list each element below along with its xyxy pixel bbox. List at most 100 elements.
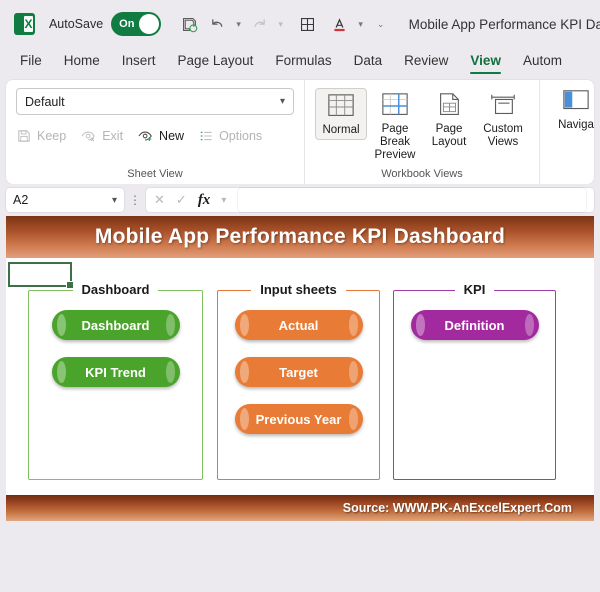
formula-bar: A2 ▾ ⋮ ✕ ✓ fx ▾ xyxy=(0,184,600,216)
exit-button-label: Exit xyxy=(102,129,124,143)
button-target-label: Target xyxy=(279,364,318,380)
window-bottom-strip xyxy=(0,570,600,592)
custom-views-label: Custom Views xyxy=(483,123,523,149)
button-previous-year-label: Previous Year xyxy=(255,411,342,427)
font-color-icon[interactable] xyxy=(327,11,353,37)
navigation-label: Naviga xyxy=(558,119,594,131)
options-button: Options xyxy=(198,128,262,144)
eye-exit-icon xyxy=(81,131,96,142)
page-break-preview-button[interactable]: Page Break Preview xyxy=(369,88,421,165)
dashboard-banner: Mobile App Performance KPI Dashboard xyxy=(6,216,594,258)
ribbon-body: Default ▾ Keep Exit New Options Sheet Vi… xyxy=(6,80,594,184)
autosave-label: AutoSave xyxy=(48,17,104,31)
quick-access-toolbar: ▾ ▾ ▾ ⌄ xyxy=(177,11,387,37)
autosave-toggle[interactable]: On xyxy=(111,12,161,36)
tab-home[interactable]: Home xyxy=(64,53,100,73)
font-color-dropdown-icon[interactable]: ▾ xyxy=(355,19,367,30)
tab-insert[interactable]: Insert xyxy=(122,53,156,73)
page-layout-label: Page Layout xyxy=(431,123,467,149)
group-box-kpi-title: KPI xyxy=(454,282,495,297)
options-button-label: Options xyxy=(219,129,263,143)
tab-page-layout[interactable]: Page Layout xyxy=(178,53,254,73)
kpi-buttons: Definition xyxy=(393,310,556,340)
save-icon[interactable] xyxy=(177,11,203,37)
ribbon-group-workbook-views: Normal Page Break Preview Page Layout Cu… xyxy=(304,80,539,184)
tab-file[interactable]: File xyxy=(20,53,42,73)
group-box-dashboard: Dashboard Dashboard KPI Trend xyxy=(28,282,203,480)
button-actual-label: Actual xyxy=(278,317,319,333)
customize-quick-access-toolbar-icon[interactable]: ⌄ xyxy=(375,19,387,30)
redo-icon xyxy=(247,11,273,37)
button-target[interactable]: Target xyxy=(234,357,363,387)
cancel-icon: ✕ xyxy=(154,192,165,207)
navigation-pane-icon xyxy=(563,90,589,110)
group-box-kpi: KPI Definition xyxy=(393,282,556,480)
keep-button-label: Keep xyxy=(37,129,67,143)
borders-icon[interactable] xyxy=(295,11,321,37)
button-kpi-trend[interactable]: KPI Trend xyxy=(51,357,180,387)
navigation-button[interactable]: Naviga xyxy=(550,88,600,132)
tab-view[interactable]: View xyxy=(470,53,501,74)
sheet-view-select[interactable]: Default ▾ xyxy=(16,88,294,115)
group-box-input-sheets: Input sheets Actual Target Previous Year xyxy=(217,282,380,480)
spreadsheet-area: Mobile App Performance KPI Dashboard Das… xyxy=(6,216,594,521)
button-dashboard[interactable]: Dashboard xyxy=(51,310,180,340)
formula-bar-more-icon[interactable]: ⋮ xyxy=(128,193,142,207)
keep-button: Keep xyxy=(16,128,66,144)
tab-automate[interactable]: Autom xyxy=(523,53,562,73)
button-previous-year[interactable]: Previous Year xyxy=(234,404,363,434)
sheet-view-group-label: Sheet View xyxy=(127,168,183,180)
insert-function-icon[interactable]: fx xyxy=(198,192,211,209)
ribbon-group-navigation: Naviga xyxy=(539,80,600,184)
tab-formulas[interactable]: Formulas xyxy=(275,53,331,73)
source-text: Source: WWW.PK-AnExcelExpert.Com xyxy=(342,501,572,515)
sheet-view-select-value: Default xyxy=(25,94,65,109)
normal-view-button[interactable]: Normal xyxy=(315,88,367,141)
button-definition[interactable]: Definition xyxy=(410,310,539,340)
formula-bar-icons: ✕ ✓ fx ▾ xyxy=(154,192,226,209)
tab-review[interactable]: Review xyxy=(404,53,448,73)
custom-views-icon xyxy=(491,94,515,115)
group-box-input-sheets-title: Input sheets xyxy=(251,282,346,297)
dashboard-title: Mobile App Performance KPI Dashboard xyxy=(94,225,506,248)
group-box-input-sheets-legend: Input sheets xyxy=(217,281,380,299)
workbook-views-buttons: Normal Page Break Preview Page Layout Cu… xyxy=(315,88,529,165)
normal-view-label: Normal xyxy=(322,124,360,136)
autosave-toggle-knob xyxy=(138,14,159,34)
ribbon-tabs: File Home Insert Page Layout Formulas Da… xyxy=(0,48,600,78)
name-box[interactable]: A2 ▾ xyxy=(6,188,124,212)
undo-icon[interactable] xyxy=(205,11,231,37)
button-definition-label: Definition xyxy=(444,317,505,333)
chevron-down-icon: ▾ xyxy=(279,96,285,107)
group-box-dashboard-legend: Dashboard xyxy=(28,281,203,299)
custom-views-button[interactable]: Custom Views xyxy=(477,88,529,151)
exit-button: Exit xyxy=(80,128,123,144)
source-footer: Source: WWW.PK-AnExcelExpert.Com xyxy=(6,495,594,521)
page-break-preview-label: Page Break Preview xyxy=(374,123,416,162)
autosave-state: On xyxy=(119,18,135,30)
save-icon xyxy=(18,130,30,142)
chevron-down-icon[interactable]: ▾ xyxy=(221,195,226,206)
dashboard-buttons: Dashboard KPI Trend xyxy=(28,310,203,387)
new-button[interactable]: New xyxy=(137,128,184,144)
undo-dropdown-icon[interactable]: ▾ xyxy=(233,19,245,30)
list-icon xyxy=(200,131,212,141)
normal-view-icon xyxy=(328,94,354,116)
document-title: Mobile App Performance KPI Das xyxy=(408,16,600,32)
button-dashboard-label: Dashboard xyxy=(81,317,150,333)
page-layout-button[interactable]: Page Layout xyxy=(423,88,475,151)
tab-data[interactable]: Data xyxy=(354,53,383,73)
excel-logo-glyph: X xyxy=(24,17,33,31)
new-button-label: New xyxy=(159,129,185,143)
chevron-down-icon[interactable]: ▾ xyxy=(112,195,117,206)
ribbon-group-sheet-view: Default ▾ Keep Exit New Options Sheet Vi… xyxy=(6,80,304,184)
formula-input[interactable] xyxy=(238,188,586,212)
group-box-dashboard-title: Dashboard xyxy=(72,282,159,297)
page-layout-icon xyxy=(440,93,459,115)
workbook-views-group-label: Workbook Views xyxy=(381,168,463,180)
title-bar: X AutoSave On ▾ ▾ ▾ ⌄ Mobile App Perform… xyxy=(0,0,600,48)
formula-input-area[interactable]: ✕ ✓ fx ▾ xyxy=(146,188,594,212)
excel-window: X AutoSave On ▾ ▾ ▾ ⌄ Mobile App Perform… xyxy=(0,0,600,592)
eye-plus-icon xyxy=(138,131,152,142)
button-actual[interactable]: Actual xyxy=(234,310,363,340)
